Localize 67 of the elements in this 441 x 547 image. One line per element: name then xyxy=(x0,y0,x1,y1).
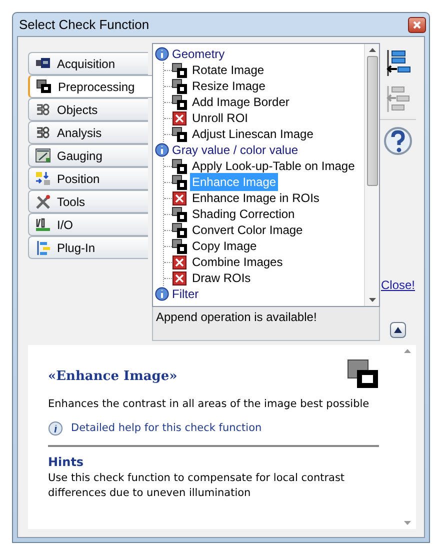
tree-item[interactable]: Combine Images xyxy=(190,253,285,271)
category-tab[interactable]: Objects xyxy=(28,98,148,121)
plugin-icon xyxy=(35,240,51,255)
function-icon xyxy=(347,359,379,389)
collapse-button[interactable] xyxy=(390,322,406,338)
layers-icon xyxy=(36,79,52,94)
function-icon xyxy=(172,222,187,238)
category-tab[interactable]: Tools xyxy=(28,190,148,213)
scroll-up-icon[interactable] xyxy=(404,349,411,353)
function-icon xyxy=(172,126,187,142)
scrollbar[interactable] xyxy=(364,44,379,306)
window-title: Select Check Function xyxy=(19,16,150,34)
category-tab[interactable]: Plug-In xyxy=(28,236,148,259)
function-title: «Enhance Image» xyxy=(48,368,178,386)
category-tab[interactable]: Position xyxy=(28,167,148,190)
tree-item[interactable]: Unroll ROI xyxy=(190,109,250,127)
info-icon xyxy=(155,287,169,301)
tools-icon xyxy=(35,194,51,209)
function-icon xyxy=(172,238,187,254)
tree-item[interactable]: Draw ROIs xyxy=(190,269,253,287)
info-icon xyxy=(155,47,169,61)
info-icon xyxy=(48,421,63,436)
scroll-down-icon[interactable] xyxy=(404,521,411,525)
unavailable-icon xyxy=(172,270,187,286)
category-tab[interactable]: I/O xyxy=(28,213,148,236)
caret-icon xyxy=(394,327,402,333)
tree-item[interactable]: Add Image Border xyxy=(190,93,292,111)
category-tab[interactable]: Gauging xyxy=(28,144,148,167)
function-icon xyxy=(172,158,187,174)
camera-icon xyxy=(35,56,51,71)
close-button[interactable] xyxy=(408,16,426,32)
tree-item[interactable]: Rotate Image xyxy=(190,61,266,79)
tree-group[interactable]: Gray value / color value xyxy=(172,141,298,159)
help-icon[interactable] xyxy=(381,124,415,158)
tree-item[interactable]: Apply Look-up-Table on Image xyxy=(190,157,357,175)
io-icon xyxy=(35,217,51,232)
tree-item[interactable]: Enhance Image in ROIs xyxy=(190,189,322,207)
function-icon xyxy=(172,174,187,190)
tree-item[interactable]: Convert Color Image xyxy=(190,221,305,239)
tree-group[interactable]: Filter xyxy=(172,285,199,303)
tree-item[interactable]: Shading Correction xyxy=(190,205,297,223)
function-icon xyxy=(172,94,187,110)
function-icon xyxy=(172,78,187,94)
scroll-down-icon[interactable] xyxy=(368,298,376,302)
close-icon xyxy=(413,20,421,28)
tree-group[interactable]: Geometry xyxy=(172,45,225,63)
hints-heading: Hints xyxy=(48,454,85,470)
category-tab[interactable]: Preprocessing xyxy=(28,75,152,98)
category-tab[interactable]: Analysis xyxy=(28,121,148,144)
function-description: Enhances the contrast in all areas of the image best possible xyxy=(48,397,370,412)
unavailable-icon xyxy=(172,254,187,270)
function-icon xyxy=(172,62,187,78)
tree-item[interactable]: Copy Image xyxy=(190,237,259,255)
scroll-up-icon[interactable] xyxy=(368,48,376,52)
position-icon xyxy=(35,171,51,186)
close-link[interactable]: Close! xyxy=(380,276,415,294)
info-icon xyxy=(155,143,169,157)
gauge-icon xyxy=(35,148,51,163)
hints-text: Use this check function to compensate for local contrast differences due to uneven illumination xyxy=(48,470,346,502)
function-icon xyxy=(172,206,187,222)
detailed-help-link[interactable]: Detailed help for this check function xyxy=(71,420,262,436)
category-tab[interactable]: Acquisition xyxy=(28,52,148,75)
tree-item[interactable]: Resize Image xyxy=(190,77,268,95)
tree-item[interactable]: Adjust Linescan Image xyxy=(190,125,316,143)
unavailable-icon xyxy=(172,190,187,206)
unavailable-icon xyxy=(172,110,187,126)
status-message: Append operation is available! xyxy=(156,310,317,324)
